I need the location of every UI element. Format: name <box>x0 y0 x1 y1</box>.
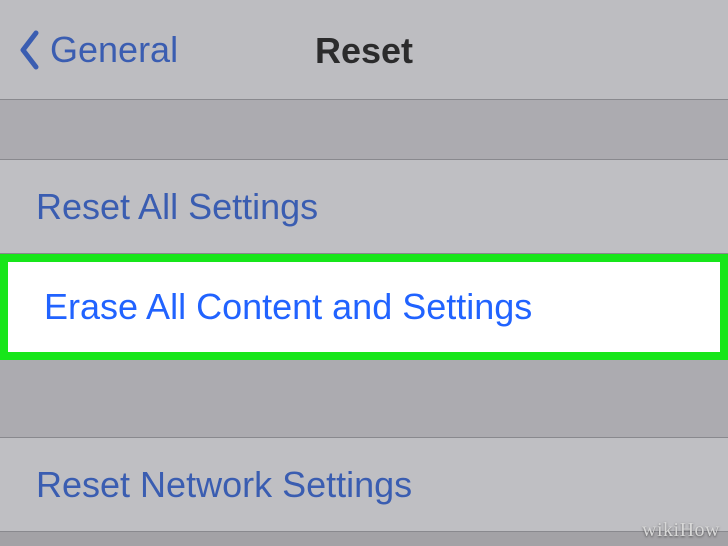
erase-all-content-item[interactable]: Erase All Content and Settings <box>0 254 728 360</box>
section-spacer <box>0 360 728 438</box>
reset-network-settings-item[interactable]: Reset Network Settings <box>0 438 728 532</box>
reset-network-settings-label: Reset Network Settings <box>36 464 412 506</box>
watermark: wikiHow <box>642 519 720 542</box>
reset-all-settings-item[interactable]: Reset All Settings <box>0 160 728 254</box>
erase-all-content-label: Erase All Content and Settings <box>44 286 532 328</box>
back-label: General <box>50 29 178 71</box>
chevron-left-icon <box>18 30 40 70</box>
navigation-bar: General Reset <box>0 0 728 100</box>
highlighted-container: Erase All Content and Settings <box>0 254 728 360</box>
page-title: Reset <box>315 30 413 72</box>
back-button[interactable]: General <box>0 29 178 71</box>
reset-all-settings-label: Reset All Settings <box>36 186 318 228</box>
section-spacer <box>0 100 728 160</box>
